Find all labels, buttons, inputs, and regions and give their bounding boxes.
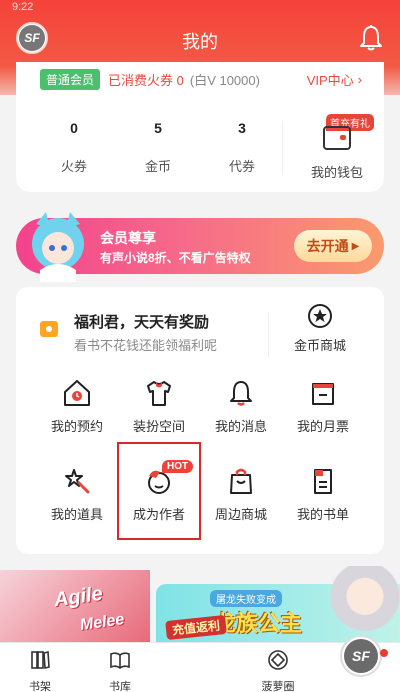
stat-voucher[interactable]: 3 代券 [202, 120, 282, 175]
notification-dot [380, 649, 388, 657]
grid-my-messages[interactable]: 我的消息 [200, 378, 282, 435]
wallet-icon [323, 126, 351, 150]
welfare-title[interactable]: 福利君，天天有奖励 [74, 311, 209, 332]
grid-label: 我的道具 [50, 507, 103, 522]
grid-my-book-list[interactable]: 我的书单 [282, 466, 364, 523]
promo-left-subtitle: Melee [78, 610, 126, 635]
my-wallet-button[interactable]: 首充有礼 我的钱包 [292, 114, 382, 181]
stat-label: 金币 [144, 159, 171, 174]
grid-dress-up-space[interactable]: 装扮空间 [118, 378, 200, 435]
grid-my-monthly-ticket[interactable]: 我的月票 [282, 378, 364, 435]
promo-character-image [330, 566, 400, 642]
tshirt-icon [147, 381, 171, 406]
tab-bookshelf[interactable]: 书架 [10, 649, 70, 692]
grid-label: 装扮空间 [132, 419, 185, 434]
welfare-gift-icon [40, 321, 58, 337]
grid-my-reservations[interactable]: 我的预约 [36, 378, 118, 435]
vip-center-label: VIP中心 [306, 72, 354, 88]
page-title: 我的 [182, 32, 218, 52]
magic-wand-icon [65, 469, 90, 494]
shopping-bag-icon [230, 468, 252, 494]
bookshelf-icon [31, 650, 50, 670]
coin-shop-label: 金币商城 [293, 338, 346, 353]
banner-title: 会员尊享 [100, 230, 156, 246]
promo-right-title: 龙族公主 [214, 611, 303, 636]
grid-merch-store[interactable]: 周边商城 [200, 466, 282, 523]
play-arrow-icon: ▶ [351, 240, 360, 252]
divider [282, 122, 283, 174]
stat-value: 5 [154, 120, 162, 136]
stat-label: 代券 [228, 159, 255, 174]
stat-gold-coin[interactable]: 5 金币 [118, 120, 198, 175]
promo-banner-left[interactable]: Agile Melee [0, 570, 150, 642]
bell-icon[interactable] [358, 24, 384, 52]
stat-fire-ticket[interactable]: 0 火券 [34, 120, 114, 175]
bai-v-value: (白V 10000) [189, 72, 260, 88]
bell-icon [230, 381, 252, 406]
status-time: 9:22 [12, 1, 34, 13]
vip-center-link[interactable]: VIP中心 › [307, 70, 362, 89]
divider [268, 313, 269, 357]
tab-label: 书架 [29, 681, 51, 692]
ticket-icon [312, 383, 334, 405]
house-clock-icon [64, 380, 90, 406]
open-book-icon [110, 652, 130, 669]
grid-label: 我的预约 [50, 419, 103, 434]
tab-label: 菠萝圈 [261, 681, 295, 692]
anime-mascot-icon [32, 212, 84, 282]
tab-label: 书库 [109, 681, 131, 692]
highlight-frame [117, 442, 201, 540]
vip-promo-banner[interactable]: 会员尊享 有声小说8折、不看广告特权 去开通 ▶ [16, 212, 384, 282]
promo-strip: Agile Melee 屠龙失败变成 龙族公主 充值返利 [0, 566, 400, 642]
open-vip-label: 去开通 [306, 238, 349, 254]
spent-fire-ticket: 已消费火券 0 [108, 72, 184, 88]
grid-label: 我的消息 [214, 419, 267, 434]
tab-library[interactable]: 书库 [90, 649, 150, 692]
promo-right-tag: 屠龙失败变成 [210, 590, 282, 607]
book-list-icon [314, 469, 332, 494]
welfare-subtitle: 看书不花钱还能领福利呢 [74, 338, 218, 353]
stat-value: 3 [238, 120, 246, 136]
vip-row: 普通会员 已消费火券 0 (白V 10000) VIP中心 › [40, 68, 362, 90]
grid-label: 我的月票 [296, 419, 349, 434]
member-level-badge: 普通会员 [40, 68, 101, 90]
currency-stats: 0 火券 5 金币 3 代券 [16, 120, 276, 180]
grid-label: 周边商城 [214, 507, 267, 522]
bottom-tab-bar: 书架 书库 菠萝圈 SF [0, 635, 400, 692]
stat-value: 0 [70, 120, 78, 136]
banner-subtitle: 有声小说8折、不看广告特权 [100, 251, 251, 265]
open-vip-button[interactable]: 去开通 ▶ [294, 230, 372, 262]
pineapple-circle-icon [268, 650, 288, 670]
coin-star-icon [308, 304, 332, 328]
status-bar: 9:22 [0, 0, 400, 16]
wallet-label: 我的钱包 [310, 165, 363, 180]
coin-shop-button[interactable]: 金币商城 [274, 303, 366, 354]
chevron-right-icon: › [357, 71, 362, 87]
grid-my-items[interactable]: 我的道具 [36, 466, 118, 523]
grid-label: 我的书单 [296, 507, 349, 522]
profile-logo-text: SF [344, 639, 378, 673]
vip-card: 普通会员 已消费火券 0 (白V 10000) VIP中心 › 0 火券 5 金… [16, 62, 384, 192]
stat-label: 火券 [60, 159, 87, 174]
promo-left-title: Agile [52, 582, 105, 612]
tab-profile[interactable]: SF [340, 635, 382, 677]
top-bar: SF 我的 [0, 16, 400, 62]
tab-pineapple-circle[interactable]: 菠萝圈 [248, 649, 308, 692]
